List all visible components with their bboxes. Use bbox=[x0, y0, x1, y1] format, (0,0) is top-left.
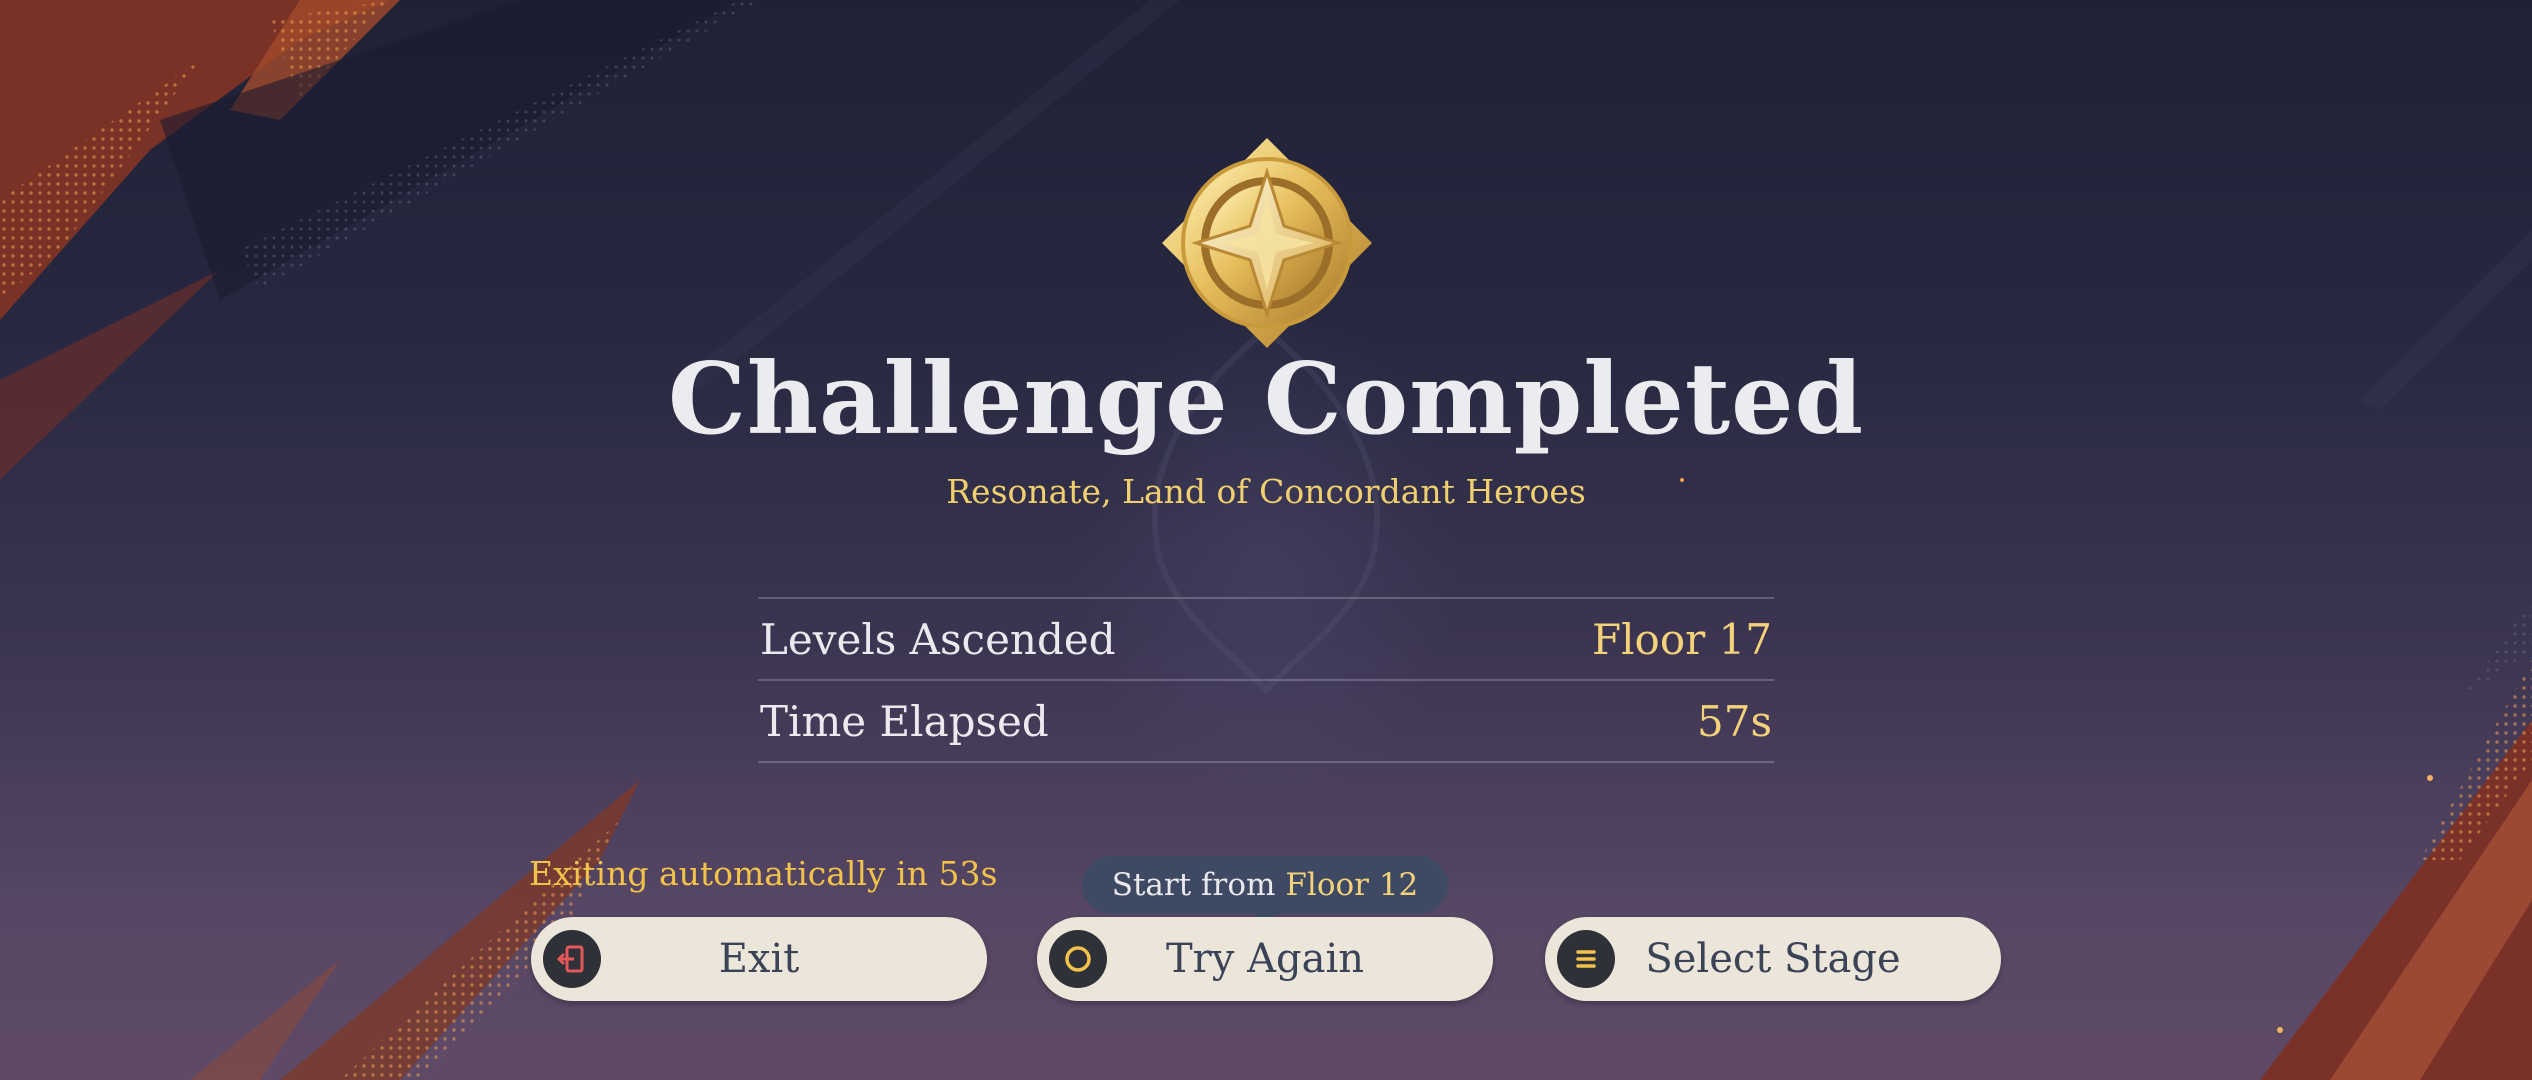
select-stage-button[interactable]: Select Stage bbox=[1545, 917, 2001, 1001]
try-again-button-label: Try Again bbox=[1165, 936, 1364, 982]
gold-star-medal-icon bbox=[1162, 138, 1372, 348]
stat-value: Floor 17 bbox=[1591, 614, 1772, 664]
stats-table: Levels Ascended Floor 17 Time Elapsed 57… bbox=[758, 597, 1774, 763]
tooltip-floor: Floor 12 bbox=[1285, 867, 1419, 903]
stat-label: Time Elapsed bbox=[760, 696, 1049, 746]
exit-button[interactable]: Exit bbox=[531, 917, 987, 1001]
domain-name-subtitle: Resonate, Land of Concordant Heroes bbox=[946, 472, 1586, 511]
try-again-button[interactable]: Try Again bbox=[1037, 917, 1493, 1001]
stat-label: Levels Ascended bbox=[760, 614, 1116, 664]
stat-value: 57s bbox=[1697, 696, 1772, 746]
exit-button-label: Exit bbox=[718, 936, 800, 982]
result-title: Challenge Completed bbox=[667, 342, 1865, 457]
stat-row-levels-ascended: Levels Ascended Floor 17 bbox=[758, 599, 1774, 679]
select-stage-button-label: Select Stage bbox=[1645, 936, 1901, 982]
auto-exit-countdown: Exiting automatically in 53s bbox=[529, 854, 998, 893]
stat-row-time-elapsed: Time Elapsed 57s bbox=[758, 681, 1774, 761]
start-floor-tooltip: Start from Floor 12 bbox=[1082, 856, 1448, 914]
challenge-result-screen: Challenge Completed Resonate, Land of Co… bbox=[0, 0, 2532, 1080]
divider bbox=[758, 761, 1774, 763]
tooltip-prefix: Start from bbox=[1111, 867, 1276, 903]
